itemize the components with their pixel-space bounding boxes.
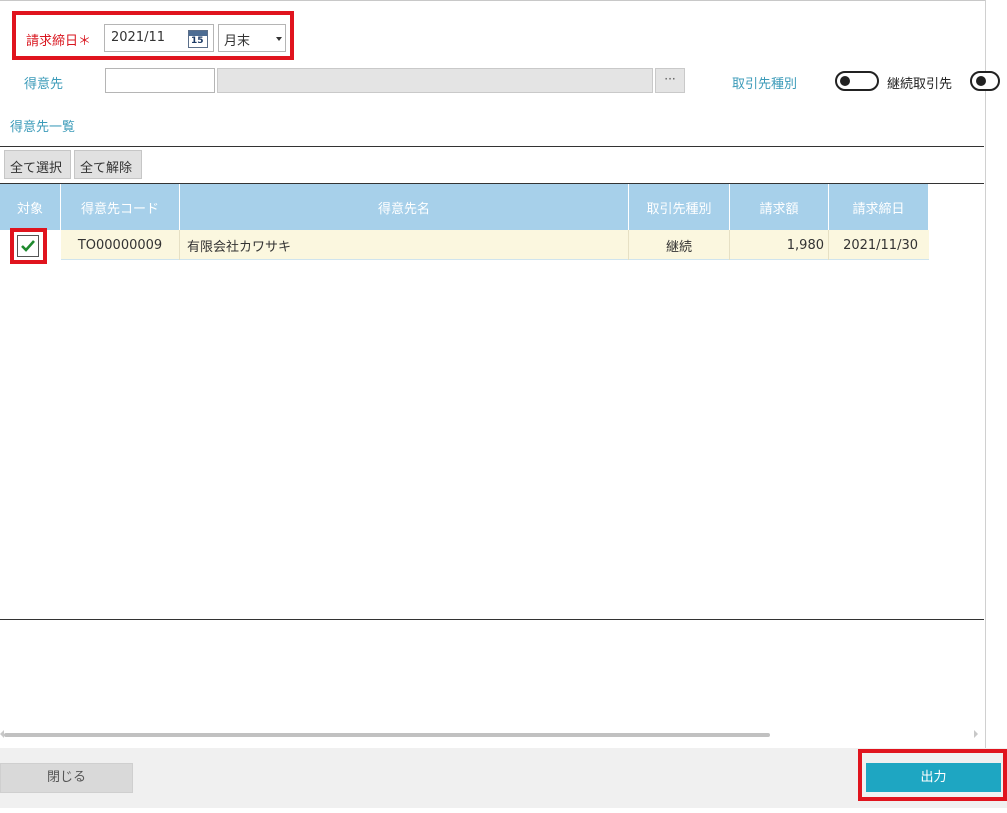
- column-header-code[interactable]: 得意先コード: [61, 184, 180, 230]
- customer-label: 得意先: [24, 77, 64, 92]
- select-all-button[interactable]: 全て選択: [4, 150, 71, 179]
- row-checkbox[interactable]: [17, 235, 39, 257]
- footer-bar: [0, 748, 1007, 808]
- customer-lookup-button[interactable]: ···: [655, 68, 685, 93]
- customer-list-title: 得意先一覧: [10, 120, 76, 135]
- output-button[interactable]: 出力: [866, 763, 1001, 792]
- divider: [0, 146, 984, 147]
- chevron-down-icon: [276, 37, 282, 41]
- close-button[interactable]: 閉じる: [0, 763, 133, 793]
- divider: [0, 619, 984, 620]
- calendar-icon-number: 15: [191, 36, 204, 46]
- continuing-partner-label: 継続取引先: [887, 77, 953, 92]
- column-header-name[interactable]: 得意先名: [180, 184, 629, 230]
- column-header-closing-date[interactable]: 請求締日: [829, 184, 929, 230]
- horizontal-scrollbar[interactable]: [4, 733, 770, 737]
- column-header-type[interactable]: 取引先種別: [629, 184, 730, 230]
- top-border: [0, 0, 985, 1]
- toggle-knob: [976, 76, 986, 86]
- calendar-icon[interactable]: 15: [188, 30, 208, 48]
- toggle-knob: [840, 76, 850, 86]
- partner-type-label: 取引先種別: [732, 77, 798, 92]
- cell-closing-date: 2021/11/30: [843, 237, 918, 253]
- scroll-right-arrow-icon[interactable]: [974, 730, 978, 738]
- customer-code-input[interactable]: [105, 68, 215, 93]
- checkmark-icon: [21, 240, 35, 252]
- column-header-amount[interactable]: 請求額: [730, 184, 829, 230]
- cell-type: 継続: [629, 230, 730, 260]
- right-border: [985, 0, 986, 748]
- cell-code: TO00000009: [61, 230, 180, 260]
- deselect-all-button[interactable]: 全て解除: [74, 150, 142, 179]
- cell-amount: 1,980: [730, 230, 829, 260]
- customer-name-field: [217, 68, 653, 93]
- required-mark: ＊: [78, 34, 92, 49]
- billing-date-label: 請求締日＊: [26, 34, 92, 49]
- continuing-partner-toggle[interactable]: [835, 71, 879, 91]
- column-header-target[interactable]: 対象: [0, 184, 61, 230]
- cell-name: 有限会社カワサキ: [180, 230, 629, 260]
- second-partner-toggle[interactable]: [970, 71, 1000, 91]
